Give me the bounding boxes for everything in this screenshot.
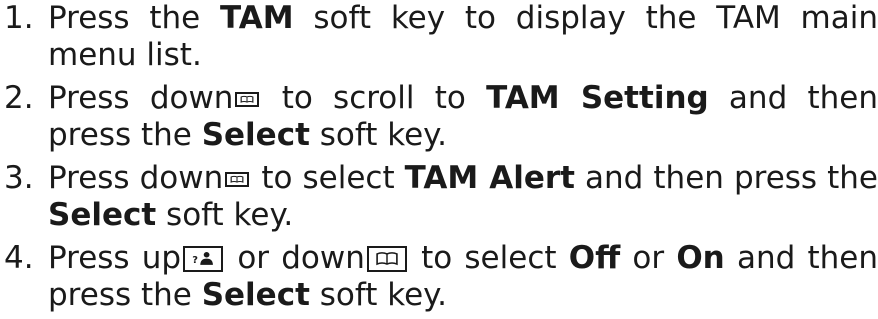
up-key-caller-id-icon: ? xyxy=(183,246,224,272)
svg-text:?: ? xyxy=(192,255,198,266)
step-text: or xyxy=(620,240,677,276)
step-number: 4. xyxy=(4,240,34,276)
step-2: 2. Press down to scroll to TAM Setting a… xyxy=(0,80,878,154)
step-3: 3. Press down to select TAM Alert and th… xyxy=(0,160,878,234)
keyword-tam-alert: TAM Alert xyxy=(404,160,575,196)
keyword-select: Select xyxy=(201,117,310,153)
step-text: or down xyxy=(225,240,365,276)
step-number: 3. xyxy=(4,160,34,196)
keyword-on: On xyxy=(676,240,725,276)
step-text: Press the xyxy=(48,0,221,36)
keyword-off: Off xyxy=(568,240,621,276)
keyword-tam: TAM xyxy=(220,0,294,36)
step-text: Press down xyxy=(48,80,234,116)
step-text: and then press the xyxy=(574,160,878,196)
down-key-book-icon xyxy=(225,172,250,187)
step-1: 1. Press the TAM soft key to display the… xyxy=(0,0,878,74)
keyword-tam-setting: TAM Setting xyxy=(486,80,709,116)
step-text: Press down xyxy=(48,160,224,196)
keyword-select: Select xyxy=(201,277,310,313)
steps-list: 1. Press the TAM soft key to display the… xyxy=(0,0,878,314)
keyword-select: Select xyxy=(48,197,157,233)
step-text: soft key. xyxy=(309,117,447,153)
step-text: to select xyxy=(408,240,569,276)
step-text: to scroll to xyxy=(261,80,487,116)
step-4: 4. Press up? or down to select Off or On… xyxy=(0,240,878,314)
down-key-book-icon xyxy=(366,246,407,272)
down-key-book-icon xyxy=(235,92,260,107)
step-text: soft key. xyxy=(309,277,447,313)
step-text: soft key. xyxy=(156,197,294,233)
instruction-document: 1. Press the TAM soft key to display the… xyxy=(0,0,878,319)
step-number: 2. xyxy=(4,80,34,116)
step-number: 1. xyxy=(4,0,34,36)
step-text: Press up xyxy=(48,240,182,276)
step-text: to select xyxy=(251,160,405,196)
